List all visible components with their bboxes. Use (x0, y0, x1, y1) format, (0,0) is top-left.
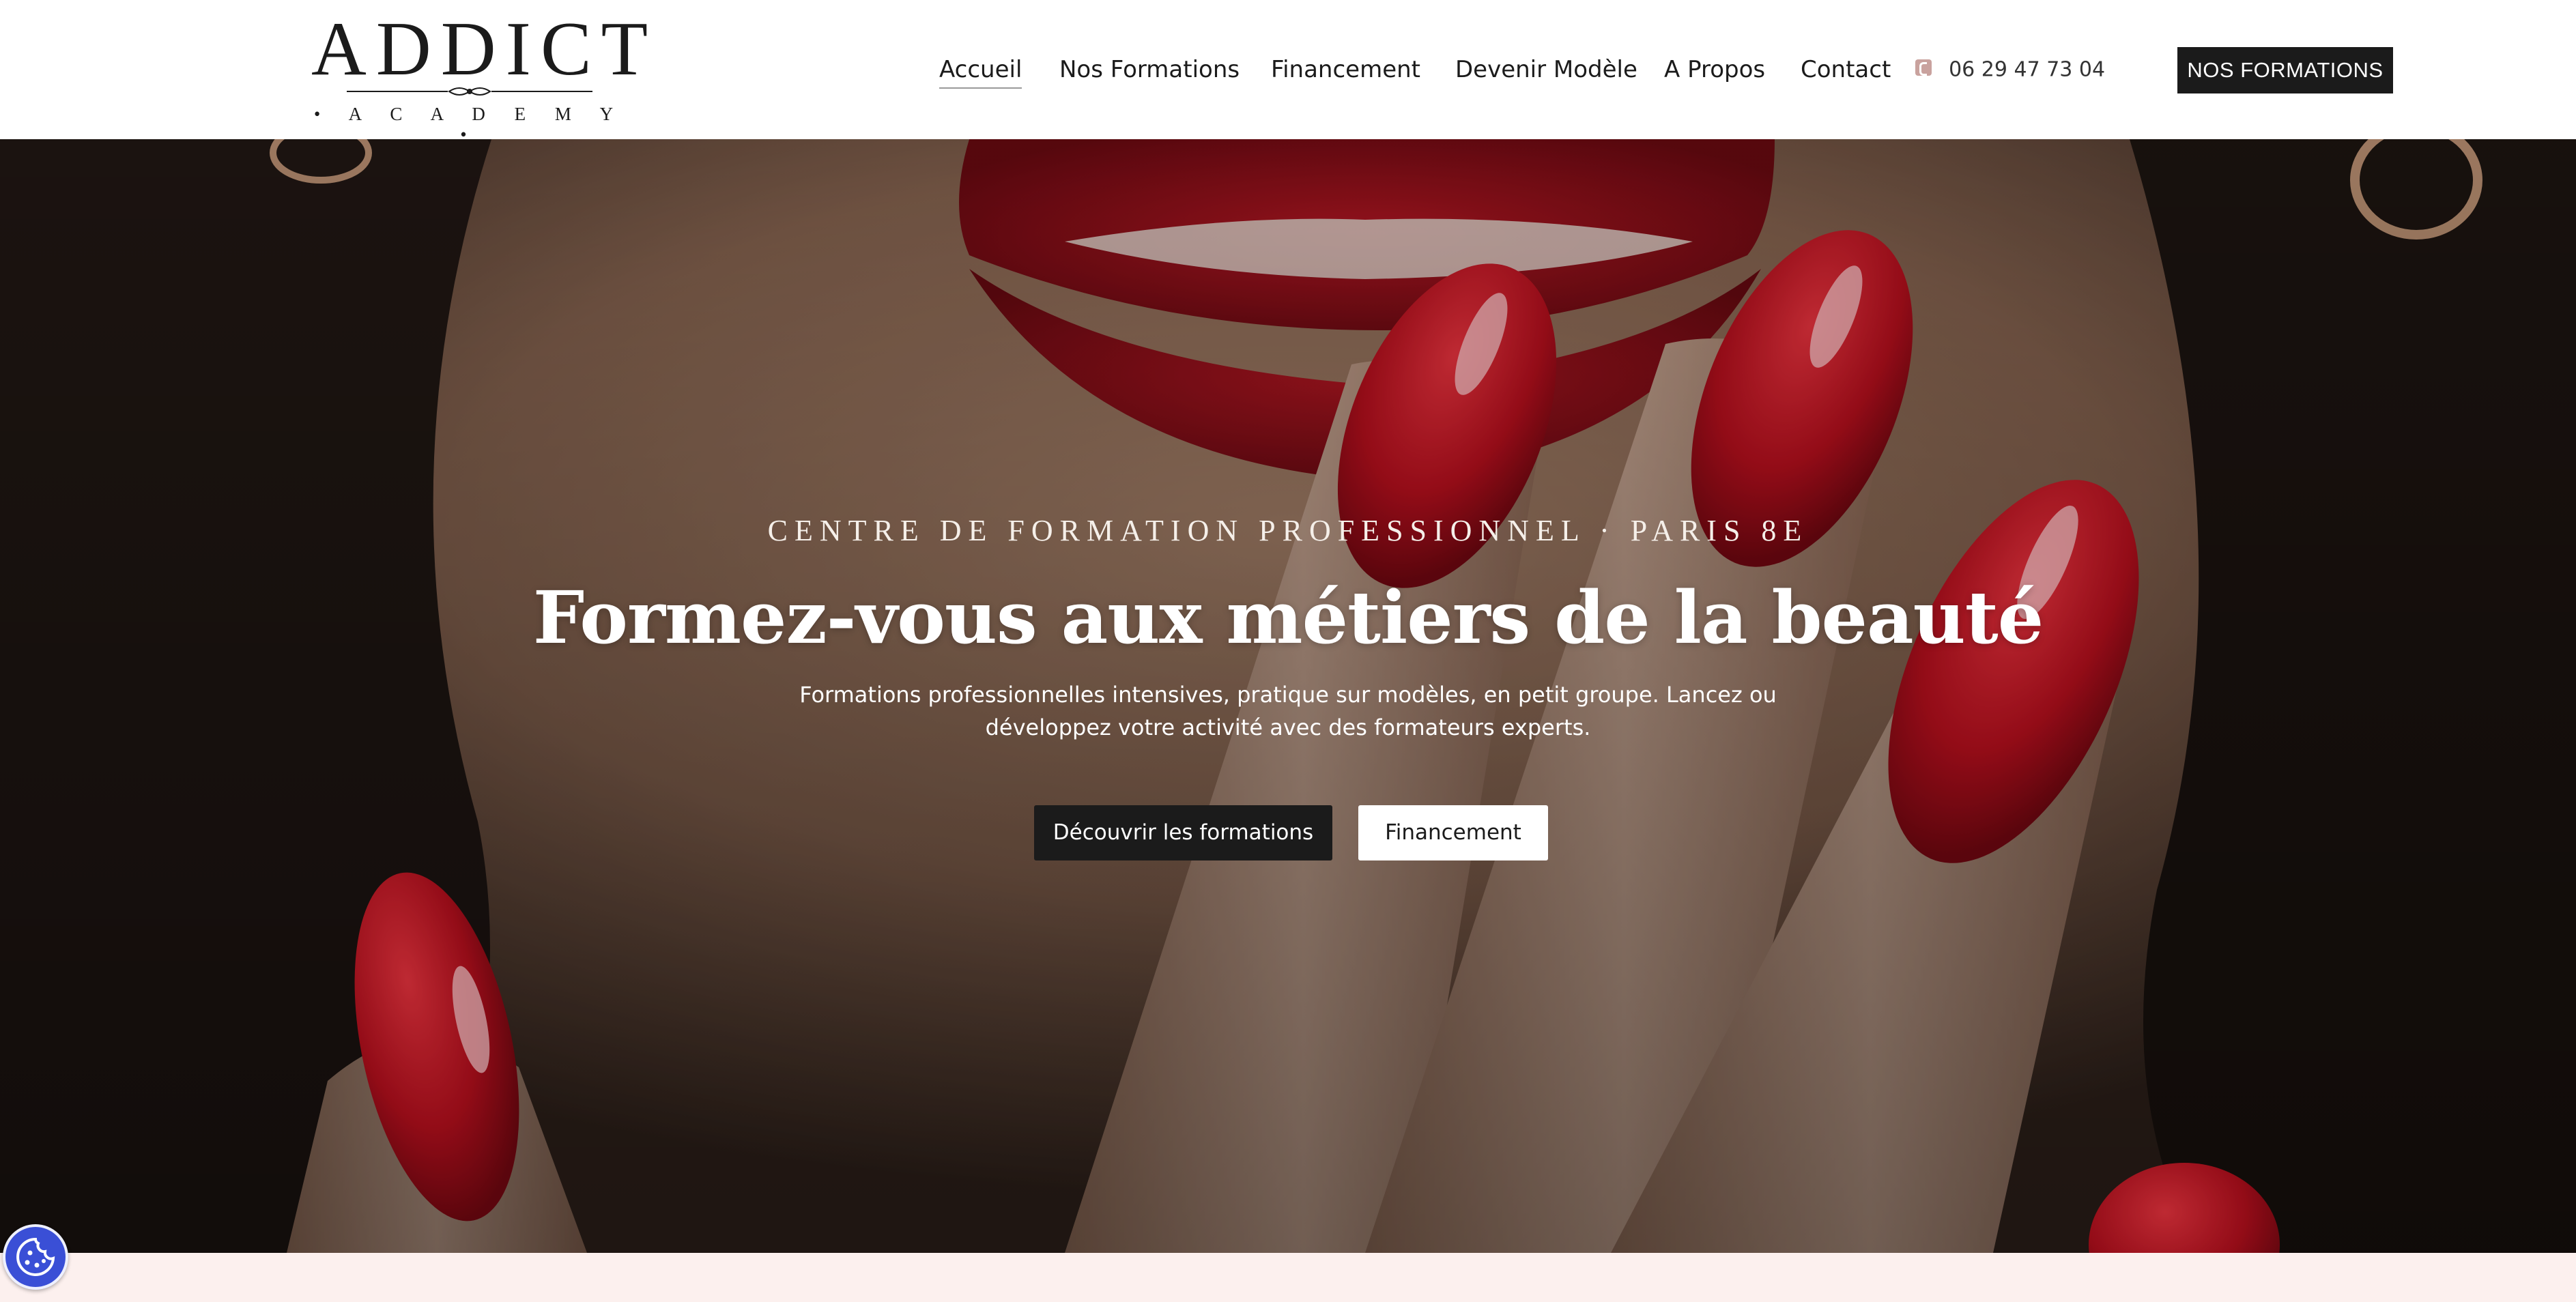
nav-item-contact[interactable]: Contact (1801, 49, 1891, 90)
brand-logo[interactable]: ADDICT • A C A D E M Y • (311, 7, 658, 145)
nav-item-nos-formations[interactable]: Nos Formations (1059, 49, 1240, 90)
next-section-strip (0, 1253, 2576, 1302)
nav-item-financement[interactable]: Financement (1271, 49, 1420, 90)
hero-content: CENTRE DE FORMATION PROFESSIONNEL · PARI… (0, 139, 2576, 1253)
hero-description-line-1: Formations professionnelles intensives, … (799, 682, 1777, 708)
financement-button[interactable]: Financement (1358, 805, 1548, 860)
hero-eyebrow: CENTRE DE FORMATION PROFESSIONNEL · PARI… (767, 514, 1809, 547)
hero-description: Formations professionnelles intensives, … (799, 678, 1777, 744)
nav-item-a-propos[interactable]: A Propos (1664, 49, 1765, 90)
hero-description-line-2: développez votre activité avec des forma… (985, 714, 1591, 740)
phone-icon (1915, 59, 1932, 76)
cookie-icon (16, 1237, 55, 1276)
nos-formations-button[interactable]: NOS FORMATIONS (2177, 47, 2393, 93)
hero-headline: Formez-vous aux métiers de la beauté (532, 575, 2044, 660)
brand-name: ADDICT (311, 7, 658, 91)
phone-link[interactable]: 06 29 47 73 04 (1915, 49, 2105, 90)
brand-subtitle: • A C A D E M Y • (313, 104, 626, 145)
site-header: ADDICT • A C A D E M Y • Accueil Nos For… (0, 0, 2576, 145)
nav-item-devenir-modele[interactable]: Devenir Modèle (1455, 49, 1637, 90)
cookie-settings-button[interactable] (3, 1224, 68, 1290)
phone-number: 06 29 47 73 04 (1949, 57, 2106, 82)
nav-item-accueil[interactable]: Accueil (939, 49, 1022, 90)
discover-formations-button[interactable]: Découvrir les formations (1034, 805, 1332, 860)
hero-section: CENTRE DE FORMATION PROFESSIONNEL · PARI… (0, 139, 2576, 1253)
logo-ornament-icon (347, 87, 592, 96)
